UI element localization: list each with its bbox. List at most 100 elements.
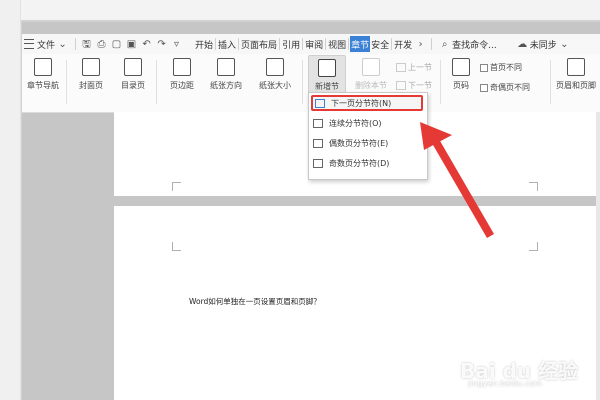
delete-section-icon [362, 58, 380, 76]
chapter-nav-button[interactable]: 章节导航 [24, 58, 62, 91]
divider [215, 38, 217, 50]
print-preview-icon[interactable]: ▢ [111, 39, 122, 50]
tab-developer[interactable]: 开发 [393, 36, 413, 52]
divider [238, 38, 240, 50]
tab-page-layout[interactable]: 页面布局 [240, 36, 278, 52]
new-section-button[interactable]: 新增节 [308, 55, 346, 96]
search-icon: ⌕ [441, 38, 448, 50]
divider [302, 60, 303, 104]
continuous-section-break-label: 连续分节符(O) [329, 118, 382, 128]
sync-status-label: 未同步 [529, 40, 557, 51]
first-page-diff-label: 首页不同 [490, 63, 522, 72]
orientation-icon [217, 58, 235, 76]
orientation-button[interactable]: 纸张方向 [204, 58, 248, 91]
header-footer-button[interactable]: 页眉和页脚 [554, 58, 598, 91]
paper-size-button[interactable]: 纸张大小 [252, 58, 298, 91]
divider [75, 38, 77, 50]
odd-even-diff-checkbox[interactable]: 奇偶页不同 [480, 82, 530, 93]
prev-section-icon [396, 63, 406, 72]
divider [431, 38, 433, 50]
odd-page-break-icon [313, 158, 323, 168]
command-search-label: 查找命令... [452, 40, 497, 51]
checkbox-icon [480, 63, 488, 72]
page-margin-mark [172, 242, 181, 251]
divider [279, 38, 281, 50]
redo-icon[interactable]: ↷ [156, 39, 167, 50]
orientation-label: 纸张方向 [210, 81, 242, 90]
divider [66, 60, 67, 104]
margins-label: 页边距 [170, 81, 194, 90]
divider [550, 60, 551, 104]
prev-section-label: 上一节 [408, 63, 432, 72]
print-icon[interactable]: ⎙ [96, 39, 107, 50]
divider [325, 38, 327, 50]
page-margin-mark [529, 242, 538, 251]
divider [348, 38, 350, 50]
prev-section-button[interactable]: 上一节 [396, 62, 432, 73]
tab-references[interactable]: 引用 [281, 36, 301, 52]
divider [156, 60, 157, 104]
next-page-section-break-label: 下一页分节符(N) [331, 98, 392, 108]
outer-frame-left [0, 0, 21, 400]
even-page-section-break-label: 偶数页分节符(E) [329, 138, 389, 148]
page-number-icon [452, 58, 470, 76]
vertical-scrollbar[interactable] [596, 112, 600, 400]
tab-section[interactable]: 章节 [350, 36, 371, 52]
paper-size-icon [266, 58, 284, 76]
undo-icon[interactable]: ↶ [141, 39, 152, 50]
wps-writer-window: 文件 ⌄ 🖫 ⎙ ▢ ▣ ↶ ↷ ▿ 开始 插入 页面布局 引用 审阅 视图 章… [22, 22, 600, 400]
margins-icon [173, 58, 191, 76]
delete-section-button[interactable]: 删除本节 [350, 58, 392, 91]
next-section-button[interactable]: 下一节 [396, 80, 432, 91]
divider [302, 38, 304, 50]
divider [391, 38, 393, 50]
tab-home[interactable]: 开始 [194, 36, 214, 52]
new-section-dropdown: 下一页分节符(N) 连续分节符(O) 偶数页分节符(E) 奇数页分节符(D) [308, 92, 428, 180]
export-pdf-icon[interactable]: ▣ [126, 39, 137, 50]
chapter-nav-label: 章节导航 [27, 81, 59, 90]
page-number-button[interactable]: 页码 [446, 58, 476, 91]
divider [440, 60, 441, 104]
menu-bar: 文件 ⌄ 🖫 ⎙ ▢ ▣ ↶ ↷ ▿ 开始 插入 页面布局 引用 审阅 视图 章… [22, 34, 600, 54]
next-page-section-break-item[interactable]: 下一页分节符(N) [311, 95, 423, 111]
checkbox-icon [480, 83, 488, 92]
hamburger-icon [24, 39, 34, 49]
file-menu[interactable]: 文件 ⌄ [22, 35, 72, 53]
odd-page-section-break-label: 奇数页分节符(D) [329, 158, 390, 168]
baidu-watermark-url: jingyan.baidu.com [468, 379, 542, 388]
page-margin-mark [172, 182, 181, 191]
next-section-icon [396, 81, 406, 90]
header-footer-icon [567, 58, 585, 76]
even-page-section-break-item[interactable]: 偶数页分节符(E) [313, 135, 421, 151]
cover-page-label: 封面页 [79, 81, 103, 90]
toc-page-label: 目录页 [121, 81, 145, 90]
margins-button[interactable]: 页边距 [162, 58, 202, 91]
tab-insert[interactable]: 插入 [217, 36, 237, 52]
toc-page-button[interactable]: 目录页 [114, 58, 152, 91]
tab-review[interactable]: 审阅 [304, 36, 324, 52]
chevron-down-icon: ⌄ [58, 38, 67, 50]
chevron-down-icon: ⌄ [560, 38, 569, 50]
first-page-diff-checkbox[interactable]: 首页不同 [480, 62, 522, 73]
customize-dropdown-icon[interactable]: ▿ [171, 39, 182, 50]
tab-view[interactable]: 视图 [327, 36, 347, 52]
cover-page-button[interactable]: 封面页 [72, 58, 110, 91]
file-menu-label: 文件 [37, 40, 56, 51]
new-section-label: 新增节 [315, 82, 339, 91]
cloud-icon: ☁ [517, 38, 528, 50]
document-body-text[interactable]: Word如何单独在一页设置页眉和页脚？ [189, 296, 321, 307]
odd-page-section-break-item[interactable]: 奇数页分节符(D) [313, 155, 421, 171]
page-margin-mark [529, 182, 538, 191]
more-tabs-icon[interactable]: › [415, 39, 426, 50]
delete-section-label: 删除本节 [355, 81, 387, 90]
next-page-break-icon [315, 98, 325, 108]
save-icon[interactable]: 🖫 [81, 39, 92, 50]
sync-status[interactable]: ☁ 未同步 ⌄ [513, 35, 574, 53]
continuous-break-icon [313, 118, 323, 128]
command-search[interactable]: ⌕ 查找命令... [435, 35, 499, 53]
chapter-nav-icon [34, 58, 52, 76]
odd-even-diff-label: 奇偶页不同 [490, 83, 530, 92]
tab-security[interactable]: 安全 [370, 36, 390, 52]
continuous-section-break-item[interactable]: 连续分节符(O) [313, 115, 421, 131]
toc-page-icon [124, 58, 142, 76]
